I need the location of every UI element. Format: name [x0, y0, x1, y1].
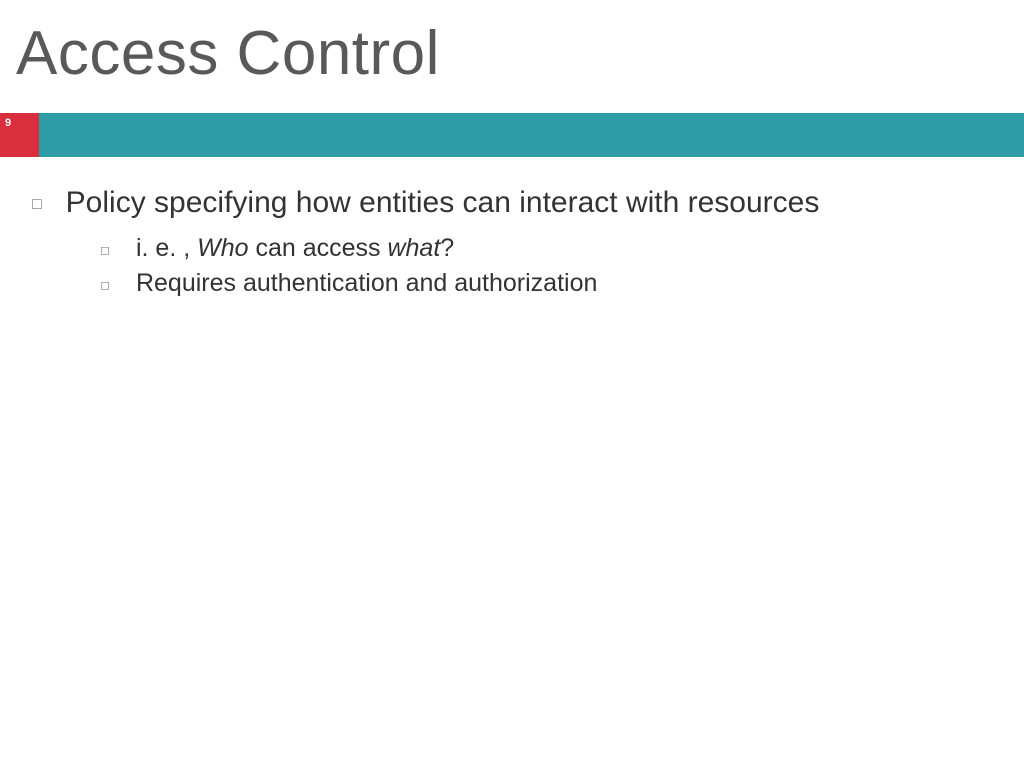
bullet-level1: □ Policy specifying how entities can int… [30, 186, 1000, 220]
page-number-badge: 9 [0, 113, 39, 157]
sub1-mid: can access [249, 234, 388, 262]
sub1-what: what [387, 234, 440, 262]
bullet-level2: ◻ i. e. , Who can access what? [100, 234, 1000, 263]
sub1-pre: i. e. , [136, 234, 197, 262]
square-bullet-icon: ◻ [100, 243, 110, 257]
content-area: □ Policy specifying how entities can int… [30, 186, 1000, 304]
sub1-who: Who [197, 234, 248, 262]
square-bullet-icon: □ [32, 196, 42, 214]
bullet-level2-text: i. e. , Who can access what? [136, 234, 454, 263]
square-bullet-icon: ◻ [100, 278, 110, 292]
divider-bar [0, 113, 1024, 157]
bullet-level2: ◻ Requires authentication and authorizat… [100, 269, 1000, 298]
page-number-text: 9 [5, 117, 11, 129]
slide-title: Access Control [16, 18, 440, 89]
bullet-level2-text: Requires authentication and authorizatio… [136, 269, 597, 298]
sub1-post: ? [440, 234, 454, 262]
slide: Access Control 9 □ Policy specifying how… [0, 0, 1024, 768]
bullet-level1-text: Policy specifying how entities can inter… [66, 186, 820, 220]
